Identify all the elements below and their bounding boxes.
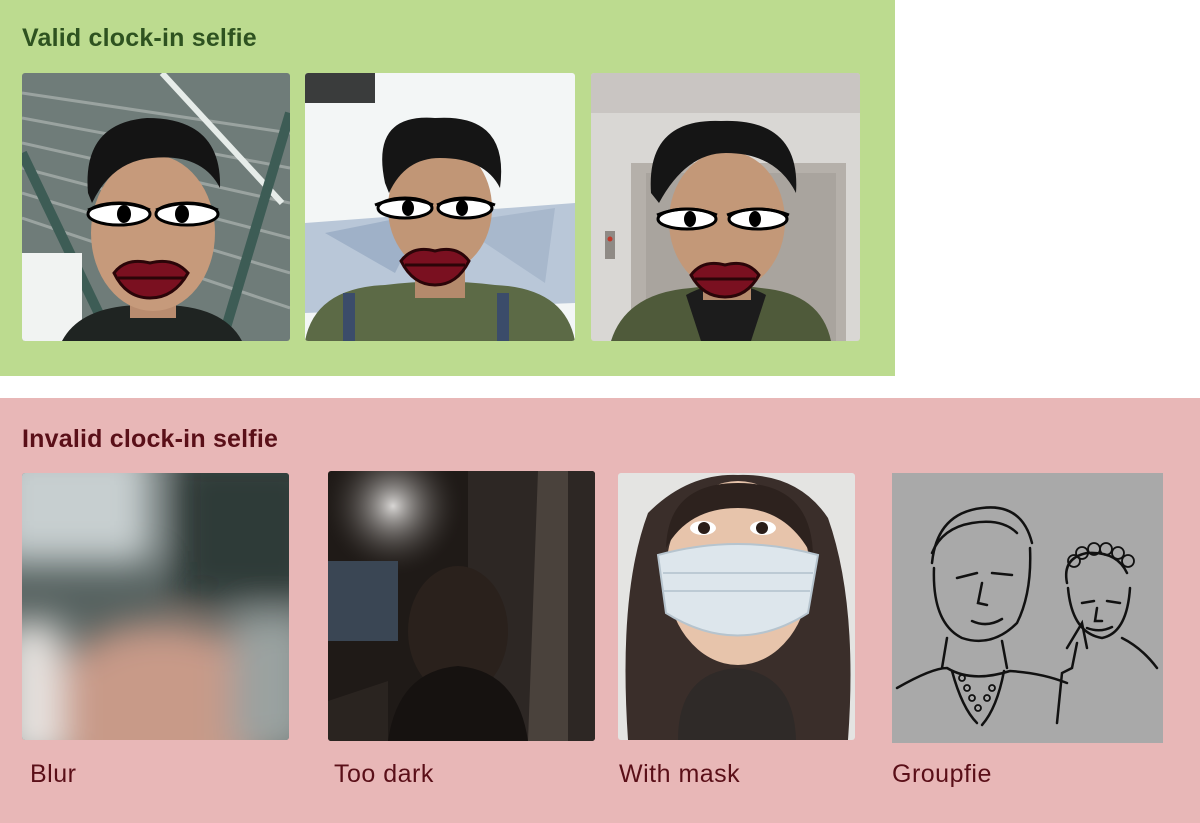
masked-face-photo-icon	[618, 473, 855, 740]
caption-blur: Blur	[30, 760, 77, 788]
caption-with-mask: With mask	[619, 760, 741, 788]
valid-selfie-photo-3	[591, 73, 860, 341]
group-sketch-photo-icon	[892, 473, 1163, 743]
dark-photo-icon	[328, 471, 595, 741]
valid-selfie-photo-1	[22, 73, 290, 341]
selfie-photo-elevator-icon	[591, 73, 860, 341]
selfie-photo-warehouse-icon	[22, 73, 290, 341]
blurry-photo-icon	[22, 473, 289, 740]
invalid-selfie-panel: Invalid clock-in selfie Blur Too dark Wi…	[0, 398, 1200, 823]
invalid-photo-blur	[22, 473, 289, 740]
caption-groupfie: Groupfie	[892, 760, 992, 788]
invalid-photo-too-dark	[328, 471, 595, 741]
caption-too-dark: Too dark	[334, 760, 434, 788]
valid-section-title: Valid clock-in selfie	[22, 24, 257, 52]
invalid-photo-groupfie	[892, 473, 1163, 743]
invalid-section-title: Invalid clock-in selfie	[22, 425, 279, 453]
valid-selfie-panel: Valid clock-in selfie	[0, 0, 895, 376]
valid-selfie-photo-2	[305, 73, 575, 341]
invalid-photo-with-mask	[618, 473, 855, 740]
selfie-photo-outdoor-icon	[305, 73, 575, 341]
